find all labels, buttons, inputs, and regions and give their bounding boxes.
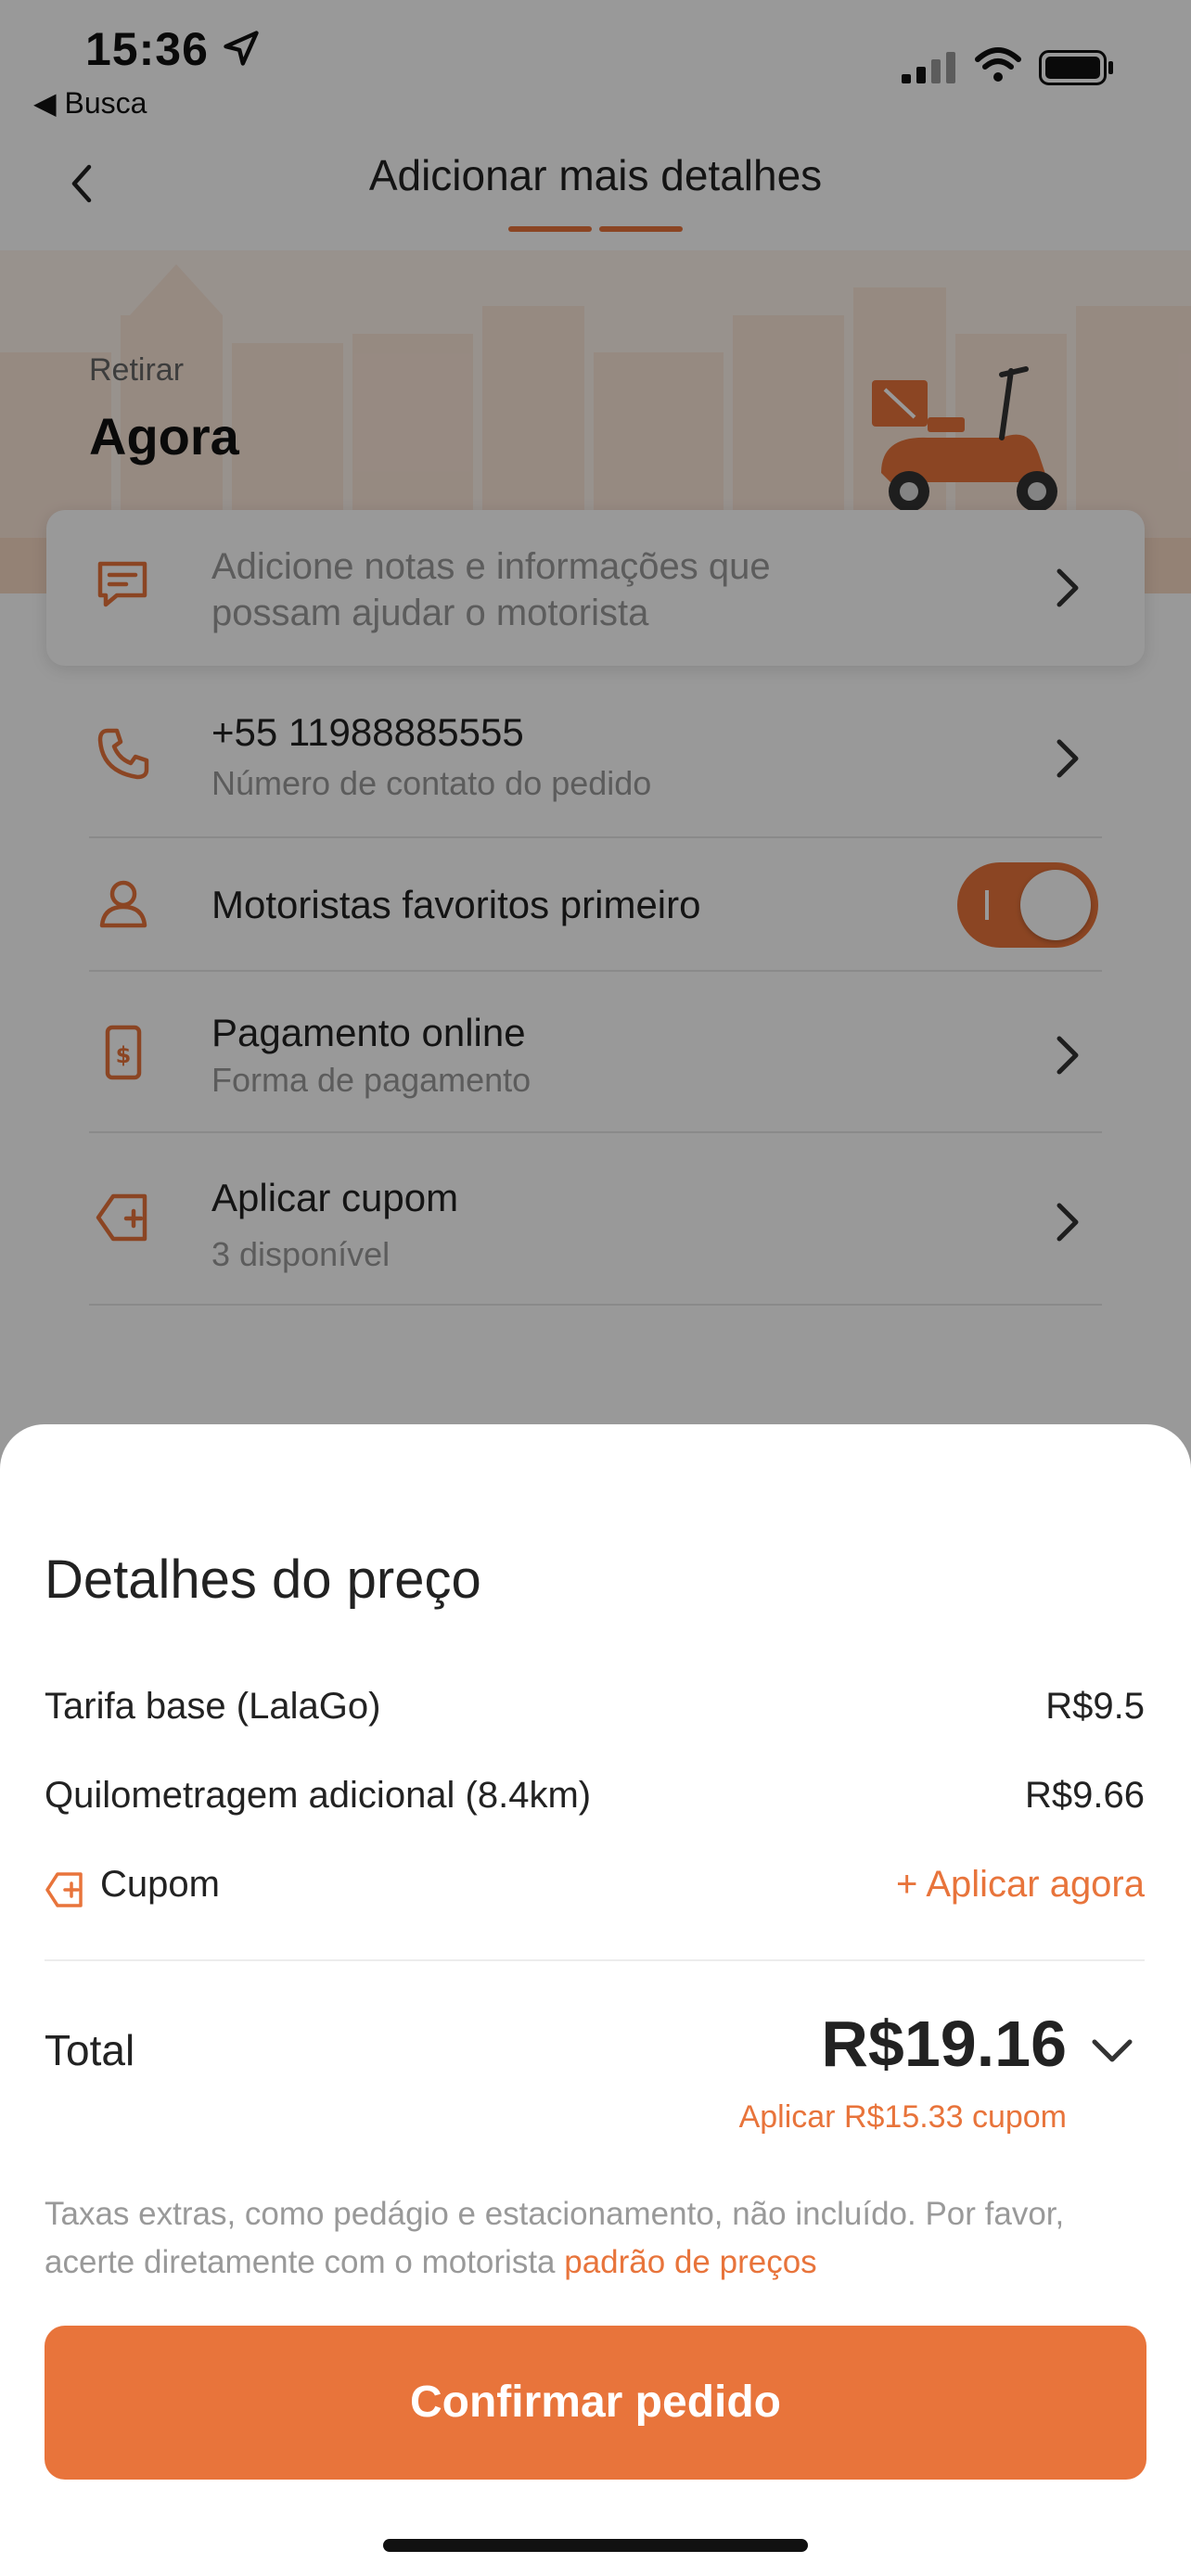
confirm-order-button[interactable]: Confirmar pedido <box>45 2326 1146 2480</box>
base-fare-value: R$9.5 <box>1045 1686 1145 1727</box>
total-label: Total <box>45 2026 135 2074</box>
app-screen: 15:36 ◀ Busca Adicionar mais detalhes Re… <box>0 0 1191 2576</box>
price-details-title: Detalhes do preço <box>45 1549 481 1610</box>
price-details-sheet: Detalhes do preço Tarifa base (LalaGo) R… <box>0 1424 1191 2576</box>
pricing-standard-link[interactable]: padrão de preços <box>564 2244 816 2280</box>
disclaimer-text: Taxas extras, como pedágio e estacioname… <box>45 2196 1065 2280</box>
extra-mileage-value: R$9.66 <box>1025 1775 1145 1816</box>
base-fare-label: Tarifa base (LalaGo) <box>45 1686 381 1727</box>
apply-coupon-now-link[interactable]: + Aplicar agora <box>896 1864 1145 1906</box>
coupon-tag-icon <box>45 1872 83 1907</box>
extra-mileage-label: Quilometragem adicional (8.4km) <box>45 1775 592 1816</box>
home-indicator <box>383 2539 808 2552</box>
chevron-down-icon[interactable] <box>1089 2034 1135 2068</box>
total-price-value: R$19.16 <box>821 2008 1067 2080</box>
extra-fees-disclaimer: Taxas extras, como pedágio e estacioname… <box>45 2190 1146 2287</box>
coupon-label: Cupom <box>100 1864 220 1905</box>
coupon-discount-hint[interactable]: Aplicar R$15.33 cupom <box>739 2099 1067 2136</box>
divider <box>45 1959 1145 1961</box>
